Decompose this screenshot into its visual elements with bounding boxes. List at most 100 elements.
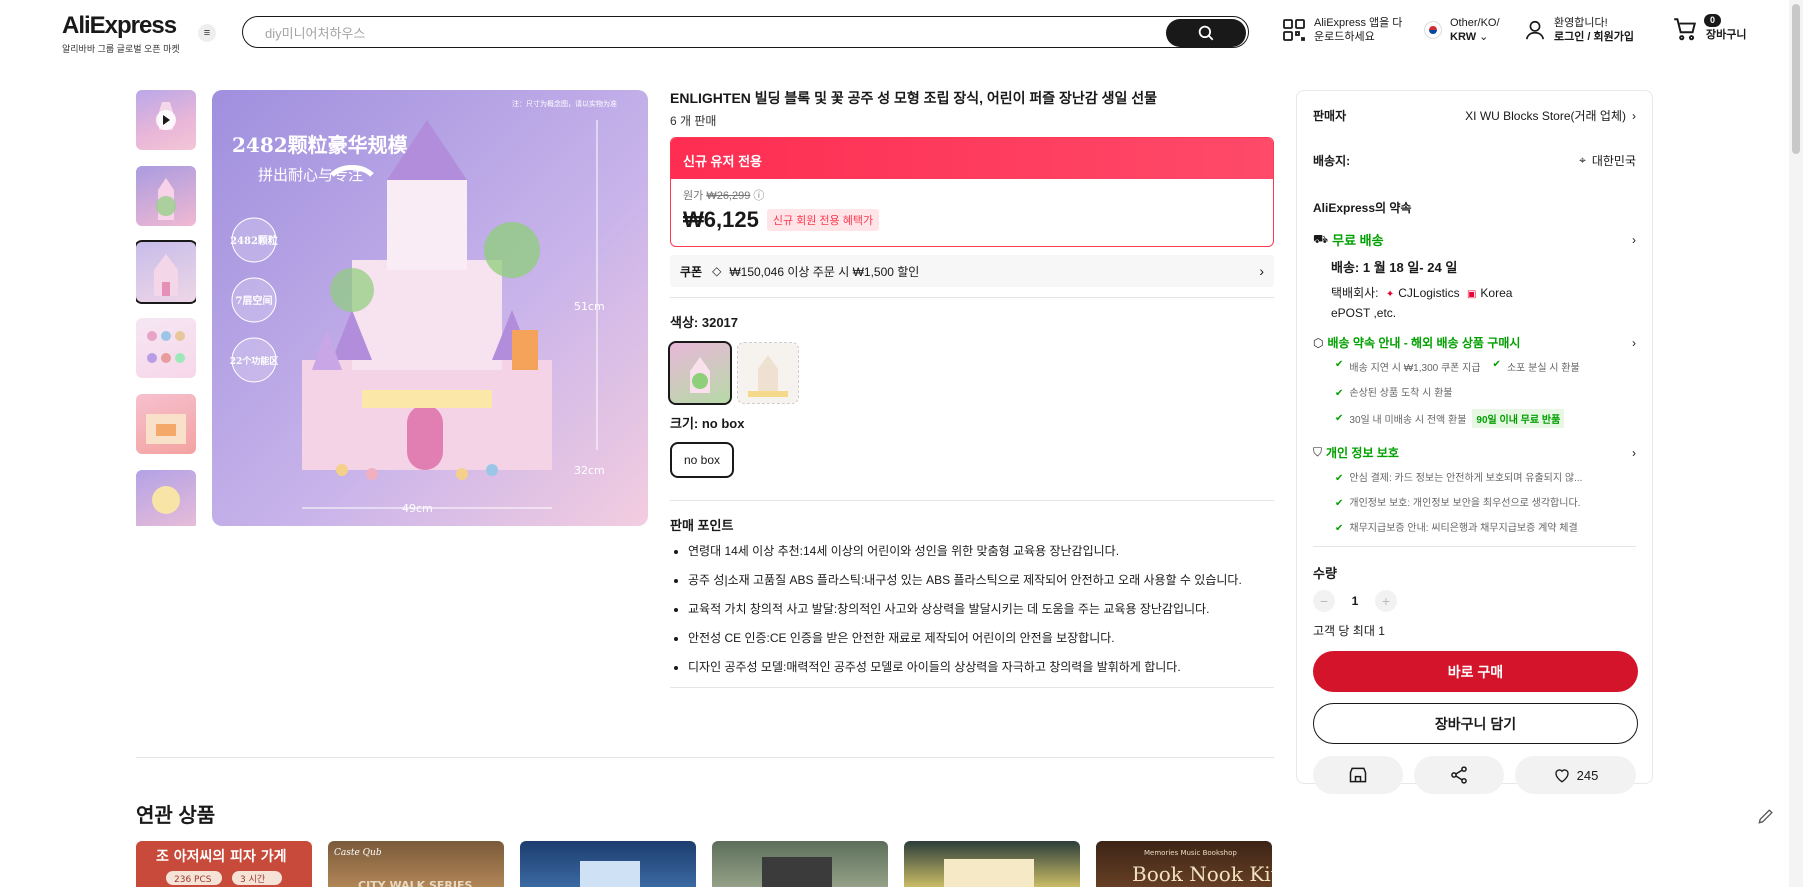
promise-title: AliExpress의 약속 — [1313, 201, 1412, 215]
wishlist-count: 245 — [1576, 767, 1599, 783]
shield-icon: ⛉ — [1313, 445, 1323, 459]
login-link[interactable]: 로그인 / 회원가입 — [1554, 31, 1634, 43]
privacy-1: 안심 결제: 카드 정보는 안전하게 보호되며 유출되지 않... — [1349, 473, 1583, 484]
delivery-guarantee-row[interactable]: ⬡ 배송 약속 안내 - 해외 배송 상품 구매시 › — [1313, 334, 1636, 351]
selling-point: 연령대 14세 이상 추천:14세 이상의 어린이와 성인을 위한 맞춤형 교육… — [688, 542, 1274, 560]
ship-to-label: 배송지: — [1313, 154, 1351, 168]
sold-count: 6 개 판매 — [670, 114, 717, 128]
original-price-row: 원가 ₩26,299 ⓘ — [683, 190, 765, 202]
logo-text[interactable]: AliExpress — [62, 12, 180, 40]
svg-text:Memories Music Bookshop: Memories Music Bookshop — [1144, 849, 1237, 857]
add-to-cart-button[interactable]: 장바구니 담기 — [1313, 703, 1638, 744]
store-icon — [1349, 767, 1367, 783]
product-title: ENLIGHTEN 빌딩 블록 및 꽃 공주 성 모형 조립 장식, 어린이 퍼… — [670, 90, 1157, 106]
selling-point: 안전성 CE 인증:CE 인증을 받은 안전한 재료로 제작되어 어린이의 안전… — [688, 629, 1274, 647]
cart-count-badge: 0 — [1704, 14, 1722, 27]
epost-logo-icon: ▣ — [1466, 289, 1477, 300]
privacy-2: 개인정보 보호: 개인정보 보안을 최우선으로 생각합니다. — [1349, 498, 1581, 509]
new-member-badge: 신규 회원 전용 혜택가 — [766, 209, 880, 231]
locale-selector[interactable]: Other/KO/KRW ⌄ — [1424, 16, 1500, 44]
sale-price: ₩6,125 — [683, 207, 759, 232]
quantity-limit: 고객 당 최대 1 — [1313, 624, 1385, 638]
location-pin-icon: ⌖ — [1579, 153, 1586, 167]
free-return-badge: 90일 이내 무료 반품 — [1472, 409, 1565, 428]
search-input[interactable] — [265, 23, 1125, 43]
thumbnail-4[interactable] — [136, 318, 196, 378]
account-menu[interactable]: 환영합니다! 로그인 / 회원가입 — [1524, 16, 1634, 44]
search-icon — [1198, 25, 1214, 41]
menu-icon[interactable]: ≡ — [198, 24, 216, 42]
related-item[interactable]: 조 아저씨의 피자 가게 236 PCS 3 시간 — [136, 841, 312, 887]
ship-to-row[interactable]: 배송지: ⌖ 대한민국 — [1313, 152, 1636, 169]
share-button[interactable] — [1414, 756, 1504, 794]
thumbnail-list — [136, 90, 196, 526]
app-line1: AliExpress 앱을 다 — [1314, 17, 1403, 29]
chevron-right-icon: › — [1632, 445, 1636, 460]
related-item[interactable] — [712, 841, 888, 887]
currency: KRW — [1450, 31, 1477, 43]
quantity-value[interactable]: 1 — [1335, 594, 1375, 608]
truck-icon: ⛟ — [1313, 231, 1329, 246]
color-swatch-2[interactable] — [737, 342, 799, 404]
coupon-text: ₩150,046 이상 주문 시 ₩1,500 할인 — [729, 264, 920, 279]
coupon-label: 쿠폰 — [680, 264, 703, 279]
aliexpress-logo[interactable]: AliExpress 알리바바 그룹 글로벌 오픈 마켓 — [62, 12, 180, 55]
svg-text:3 시간: 3 시간 — [240, 874, 265, 885]
privacy-row[interactable]: ⛉ 개인 정보 보호 › — [1313, 444, 1636, 461]
related-products-list: 조 아저씨의 피자 가게 236 PCS 3 시간 Caste Qub CITY WA… — [136, 841, 1288, 887]
seller-name[interactable]: XI WU Blocks Store(거래 업체) — [1465, 107, 1626, 124]
welcome-text: 환영합니다! — [1554, 17, 1608, 29]
check-icon: ✔ — [1335, 473, 1344, 484]
quantity-label: 수량 — [1313, 566, 1337, 581]
thumbnail-6[interactable] — [136, 470, 196, 526]
color-swatch-32017[interactable] — [668, 341, 732, 405]
selling-point: 교육적 가치 창의적 사고 발달:창의적인 사고와 상상력을 발달시키는 데 도… — [688, 600, 1274, 618]
check-icon: ✔ — [1335, 359, 1344, 370]
store-button[interactable] — [1313, 756, 1403, 794]
free-shipping: 무료 배송 — [1332, 233, 1384, 248]
svg-text:Book Nook Kit: Book Nook Kit — [1132, 862, 1272, 886]
selling-point: 디자인 공주성 모델:매력적인 공주성 모델로 아이들의 상상력을 자극하고 창… — [688, 658, 1274, 676]
related-item[interactable]: Caste Qub CITY WALK SERIES — [328, 841, 504, 887]
coupon-row[interactable]: 쿠폰 ◇ ₩150,046 이상 주문 시 ₩1,500 할인 › — [670, 255, 1274, 287]
chevron-right-icon: › — [1259, 263, 1264, 279]
seller-row[interactable]: 판매자 XI WU Blocks Store(거래 업체) › — [1313, 107, 1636, 124]
decrease-button[interactable]: − — [1313, 590, 1335, 612]
thumbnail-2[interactable] — [136, 166, 196, 226]
wishlist-button[interactable]: 245 — [1515, 756, 1636, 794]
box-icon: ⬡ — [1313, 335, 1324, 350]
related-item[interactable] — [904, 841, 1080, 887]
delivery-date: 배송: 1 월 18 일- 24 일 — [1331, 260, 1458, 275]
search-bar — [242, 16, 1249, 48]
svg-text:22个功能区: 22个功能区 — [230, 355, 279, 367]
thumbnail-5[interactable] — [136, 394, 196, 454]
thumbnail-video[interactable] — [136, 90, 196, 150]
height-dimension: 51cm — [574, 300, 605, 313]
feedback-edit-icon[interactable] — [1756, 806, 1776, 826]
search-button[interactable] — [1166, 19, 1246, 47]
info-icon[interactable]: ⓘ — [753, 190, 764, 202]
privacy-3: 채무지급보증 안내: 씨티은행과 채무지급보증 계약 체결 — [1349, 523, 1578, 534]
free-shipping-row[interactable]: ⛟ 무료 배송 › — [1313, 230, 1636, 249]
buy-now-button[interactable]: 바로 구매 — [1313, 651, 1638, 692]
image-note: 注：尺寸为概念图，请以实物为准 — [512, 99, 617, 108]
product-info: ENLIGHTEN 빌딩 블록 및 꽃 공주 성 모형 조립 장식, 어린이 퍼… — [668, 88, 1274, 688]
quantity-stepper: − 1 + — [1313, 590, 1636, 612]
related-item[interactable]: Memories Music Bookshop Book Nook Kit — [1096, 841, 1272, 887]
cj-logo-icon: ✦ — [1385, 289, 1395, 300]
app-download[interactable]: AliExpress 앱을 다 운로드하세요 — [1282, 16, 1402, 44]
thumbnail-3-selected[interactable] — [136, 240, 196, 304]
scrollbar-thumb[interactable] — [1792, 4, 1800, 154]
ship-to-country: 대한민국 — [1591, 154, 1636, 168]
side-dimension: 32cm — [574, 464, 605, 477]
selling-point: 공주 성|소재 고품질 ABS 플라스틱:내구성 있는 ABS 플라스틱으로 제… — [688, 571, 1274, 589]
main-product-image[interactable]: 2482颗粒豪华规模 拼出耐心与专注 注：尺寸为概念图，请以实物为准 2482颗… — [212, 90, 648, 526]
related-item[interactable] — [520, 841, 696, 887]
svg-text:7层空间: 7层空间 — [236, 294, 273, 307]
size-option-no-box[interactable]: no box — [670, 442, 735, 478]
chevron-right-icon: › — [1632, 108, 1636, 123]
selling-points-title: 판매 포인트 — [670, 518, 734, 533]
scrollbar[interactable] — [1789, 0, 1803, 887]
increase-button[interactable]: + — [1375, 590, 1397, 612]
tag-icon: ◇ — [712, 264, 722, 278]
